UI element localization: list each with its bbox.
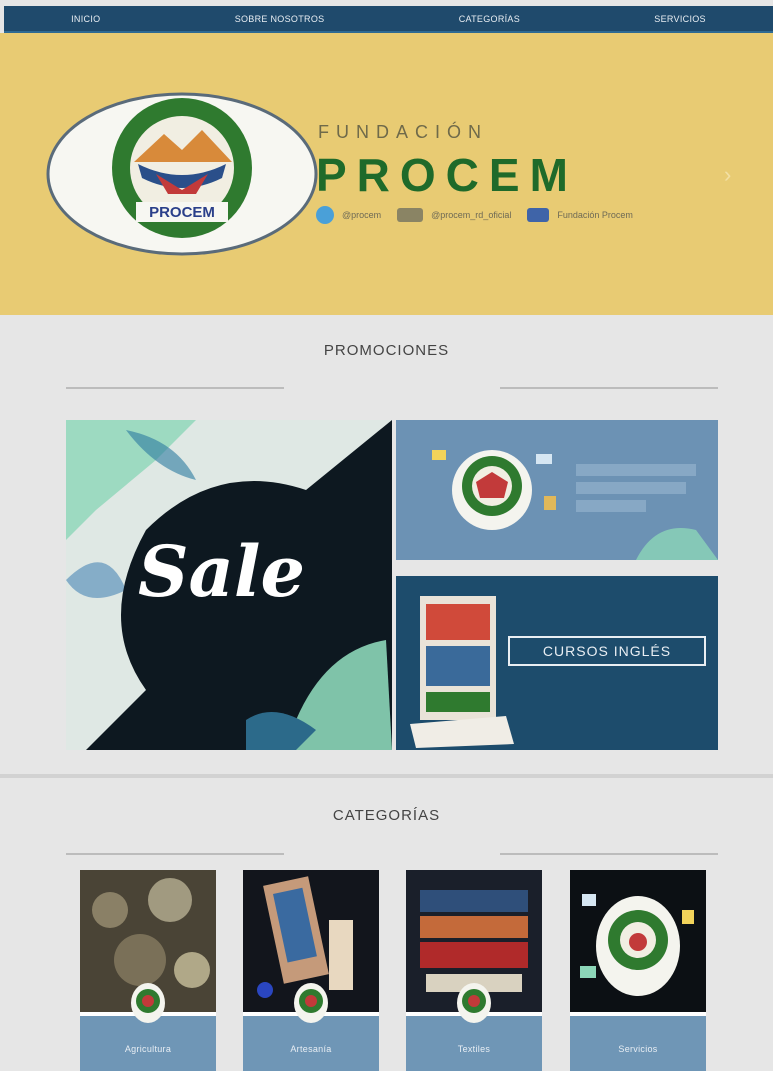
procem-badge-icon xyxy=(457,983,491,1023)
section-separator xyxy=(0,774,773,778)
procem-badge-icon xyxy=(131,983,165,1023)
promotions-rule-right xyxy=(500,387,718,389)
instagram-icon xyxy=(397,208,424,222)
brand-title: PROCEM xyxy=(316,149,578,201)
twitter-icon xyxy=(316,206,334,224)
category-card-artesania[interactable]: Artesanía xyxy=(243,870,379,1071)
chevron-right-icon[interactable]: › xyxy=(724,162,731,188)
promotions-rule-left xyxy=(66,387,284,389)
social-facebook[interactable]: Fundación Procem xyxy=(527,208,633,222)
social-twitter[interactable]: @procem xyxy=(316,206,381,224)
category-caption: Artesanía xyxy=(290,1044,332,1054)
category-card-servicios[interactable]: Servicios xyxy=(570,870,706,1071)
category-caption: Servicios xyxy=(618,1044,658,1054)
social-instagram[interactable]: @procem_rd_oficial xyxy=(397,208,511,222)
promo-procem-graphic xyxy=(432,450,718,560)
categories-rule-left xyxy=(66,853,284,855)
sale-text: Sale xyxy=(138,530,306,613)
category-card-agricultura[interactable]: Agricultura xyxy=(80,870,216,1071)
category-caption: Textiles xyxy=(457,1044,491,1054)
procem-badge-icon xyxy=(294,983,328,1023)
page: Inicio Sobre nosotros Categorías Servici… xyxy=(0,0,773,1071)
social-instagram-label: @procem_rd_oficial xyxy=(431,210,512,220)
promo-cursos-banner[interactable]: CURSOS INGLÉS xyxy=(396,576,718,750)
social-facebook-label: Fundación Procem xyxy=(557,210,633,220)
facebook-icon xyxy=(527,208,550,222)
top-nav: Inicio Sobre nosotros Categorías Servici… xyxy=(4,6,773,32)
social-twitter-label: @procem xyxy=(342,210,382,220)
cursos-ingles-button[interactable]: CURSOS INGLÉS xyxy=(508,636,706,666)
category-image-servicios xyxy=(570,870,706,1012)
promotions-title: PROMOCIONES xyxy=(323,342,450,359)
nav-item-inicio[interactable]: Inicio xyxy=(71,14,100,24)
brand-subtitle: Fundación xyxy=(318,122,488,142)
procem-logo[interactable]: PROCEM xyxy=(46,90,318,258)
promo-procem-banner[interactable] xyxy=(396,420,718,560)
social-links: @procem @procem_rd_oficial Fundación Pro… xyxy=(316,206,633,224)
categories-title: CATEGORÍAS xyxy=(332,807,441,824)
nav-item-servicios[interactable]: Servicios xyxy=(654,14,706,24)
hero-banner: PROCEM Fundación PROCEM @procem @procem_… xyxy=(0,33,773,315)
category-caption: Agricultura xyxy=(124,1044,172,1054)
nav-item-sobre-nosotros[interactable]: Sobre nosotros xyxy=(235,14,325,24)
logo-wordmark: PROCEM xyxy=(149,204,215,221)
categories-rule-right xyxy=(500,853,718,855)
category-card-textiles[interactable]: Textiles xyxy=(406,870,542,1071)
nav-item-categorias[interactable]: Categorías xyxy=(459,14,520,24)
promo-sale-banner[interactable]: Sale xyxy=(66,420,392,750)
